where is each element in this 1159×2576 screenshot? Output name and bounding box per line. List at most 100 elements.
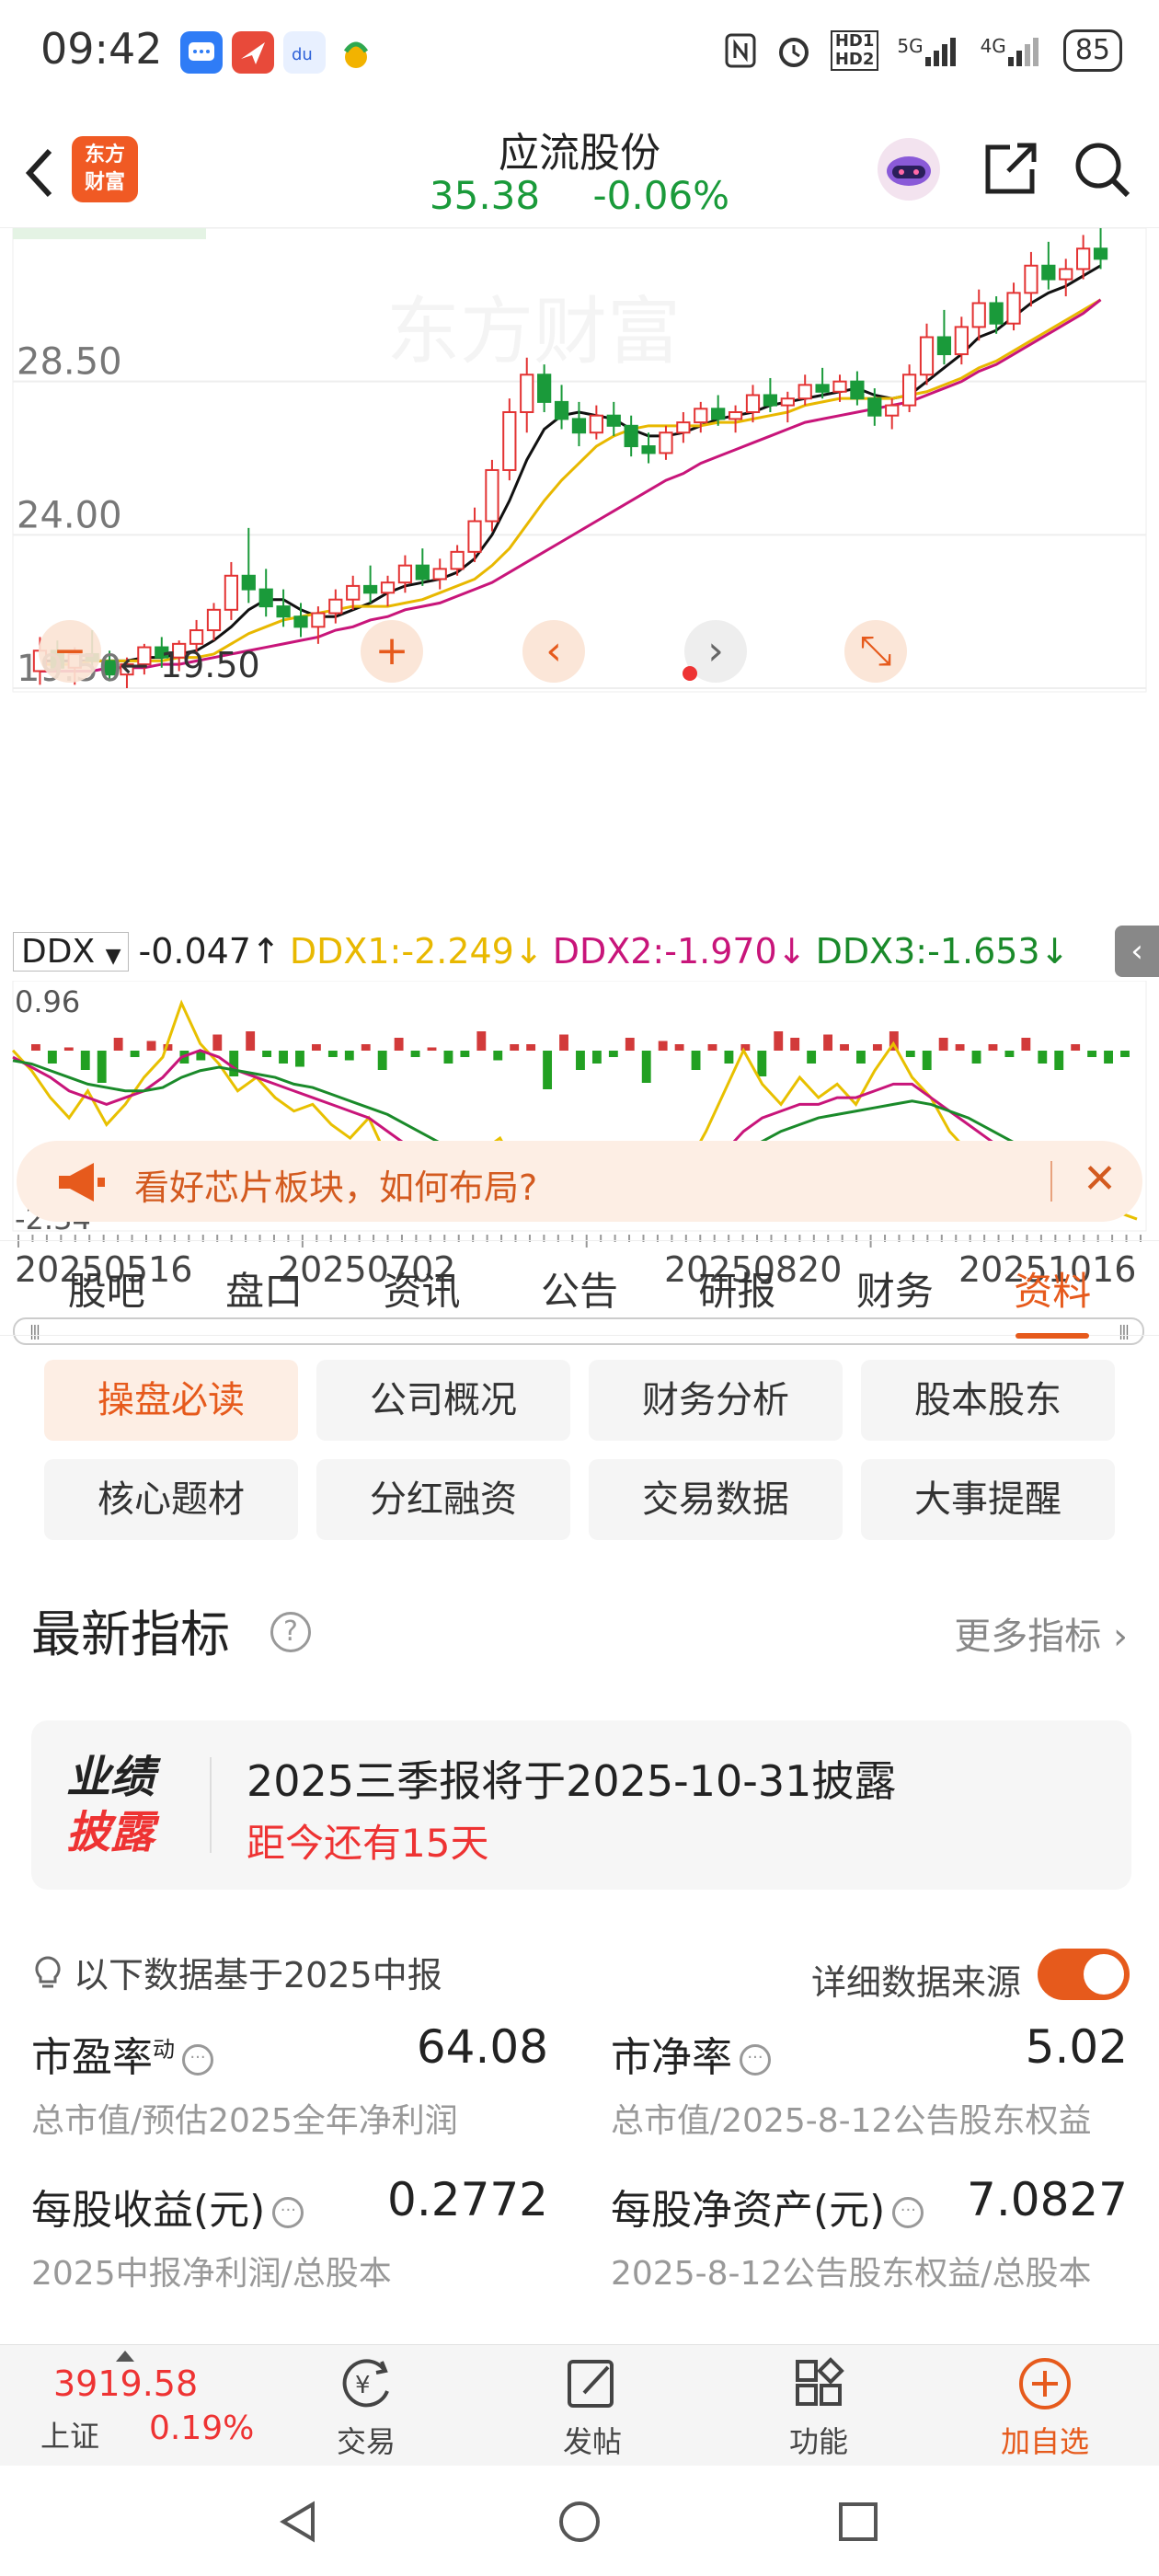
ddx-bar [394,1038,404,1051]
card-divider [210,1757,212,1853]
collapse-tab-button[interactable]: ‹ [1115,926,1159,977]
zoom-out-button[interactable]: − [39,620,101,683]
bvps-description: 2025-8-12公告股东权益/总股本 [611,2255,1092,2293]
candle-body [432,568,447,581]
indicator-selector[interactable]: DDX ▼ [13,931,130,972]
signal-4g-label: 4G [980,35,1006,57]
functions-label: 功能 [788,2424,848,2459]
ddx-bar [476,1031,487,1051]
zoom-in-button[interactable]: + [361,620,423,683]
tab-news[interactable]: 资讯 [374,1260,470,1317]
tab-pankou[interactable]: 盘口 [216,1260,312,1317]
data-basis-text: 以下数据基于2025中报 [74,1955,442,1995]
pe-label: 市盈率 [31,2034,153,2081]
candle-body [589,414,603,434]
ddx-bar [1120,1051,1130,1057]
svg-text:du: du [292,45,313,64]
candle-body [520,374,534,414]
post-button[interactable]: 发帖 [528,2356,657,2461]
search-button[interactable] [1069,136,1135,202]
candle-body [1024,264,1039,294]
info-icon[interactable]: ··· [272,2197,304,2228]
scroll-left-button[interactable]: ‹ [522,620,585,683]
ddx-bar [377,1051,387,1070]
ddx-bar [443,1051,453,1064]
ddx-bar [608,1051,618,1057]
kline-chart-area[interactable]: 东方财富 28.5024.0019.50← 19.50 −+‹›⤡ DDX ▼ … [0,228,1159,1345]
tab-guba[interactable]: 股吧 [59,1260,155,1317]
tab-announcements[interactable]: 公告 [532,1260,627,1317]
ddx-bar [988,1044,998,1051]
functions-button[interactable]: 功能 [754,2356,883,2461]
stock-header: 东方 财富 应流股份 35.38 -0.06% [0,109,1159,228]
earnings-disclosure-card[interactable]: 业绩 披露 2025三季报将于2025-10-31披露 距今还有15天 [31,1720,1131,1890]
help-icon[interactable]: ? [270,1612,311,1652]
ddx-bar [790,1038,800,1051]
subtab-financial-analysis[interactable]: 财务分析 [589,1360,843,1441]
report-countdown: 距今还有15天 [247,1821,489,1866]
more-indicators-link[interactable]: 更多指标 › [954,1606,1128,1660]
info-icon[interactable]: ··· [740,2044,771,2076]
nav-recents-icon[interactable] [835,2499,881,2545]
metric-label: 市盈率动 ··· [31,2024,213,2083]
candle-body [815,384,830,393]
data-source-label: 详细数据来源 [810,1962,1021,2003]
ddx-bar [31,1044,40,1051]
subtab-trading-guide[interactable]: 操盘必读 [44,1360,298,1441]
trade-button[interactable]: ¥ 交易 [302,2356,430,2461]
ddx-bar [80,1051,90,1070]
ddx-bar [823,1034,833,1051]
subtab-shareholders[interactable]: 股本股东 [861,1360,1115,1441]
candle-body [1093,247,1108,260]
ddx1-value: DDX1:-2.249↓ [289,931,544,972]
index-value[interactable]: 3919.58 [53,2363,198,2404]
candle-body [571,418,587,434]
tab-finance[interactable]: 财务 [847,1260,943,1317]
metric-label: 每股净资产(元) ··· [611,2177,924,2236]
data-source-toggle[interactable] [1038,1949,1130,2000]
subtab-core-themes[interactable]: 核心题材 [44,1459,298,1540]
ddx-bar [1004,1051,1015,1057]
ddx-bar [591,1051,602,1064]
promo-notice[interactable]: 看好芯片板块，如何布局? ✕ [17,1141,1142,1222]
candle-body [346,584,361,601]
candle-body [1006,292,1021,325]
nav-back-icon[interactable] [276,2499,322,2545]
subtab-trading-data[interactable]: 交易数据 [589,1459,843,1540]
status-time: 09:42 [40,24,163,74]
ddx-bar [327,1051,338,1057]
earnings-badge: 业绩 披露 [66,1750,155,1860]
ddx-bar [757,1051,767,1076]
subtab-event-reminders[interactable]: 大事提醒 [861,1459,1115,1540]
info-icon[interactable]: ··· [182,2044,213,2076]
search-icon [1075,143,1130,198]
hd-icon: HD1 HD2 [830,30,879,71]
ddx-bar [641,1051,651,1083]
candle-body [780,397,795,407]
candle-body [189,629,204,645]
share-button[interactable] [977,136,1043,202]
kline-chart[interactable]: 东方财富 28.5024.0019.50← 19.50 −+‹›⤡ [0,228,1159,697]
add-watchlist-label: 加自选 [1000,2424,1089,2459]
pe-sup: 动 [153,2036,175,2063]
control-glyph: ⤡ [859,627,891,674]
current-position-dot [683,666,697,681]
dropdown-arrow-icon: ▼ [105,944,121,968]
subtab-dividends[interactable]: 分红融资 [316,1459,570,1540]
candle-body [258,588,273,608]
ai-assistant-button[interactable] [876,136,942,202]
ddx-bar [279,1051,288,1064]
candle-body [311,612,326,628]
hd1-label: HD1 [834,31,875,51]
trade-yen-icon: ¥ [342,2359,389,2408]
tab-research[interactable]: 研报 [689,1260,785,1317]
notice-close-button[interactable]: ✕ [1083,1156,1117,1202]
tab-profile[interactable]: 资料 [1004,1260,1100,1339]
candle-body [919,336,935,376]
candle-body [745,394,761,413]
add-watchlist-button[interactable]: 加自选 [981,2356,1109,2461]
signal-5g: 5G [897,35,961,66]
subtab-company-overview[interactable]: 公司概况 [316,1360,570,1441]
nav-home-icon[interactable] [557,2499,602,2545]
expand-icon[interactable]: ⤡ [844,620,907,683]
